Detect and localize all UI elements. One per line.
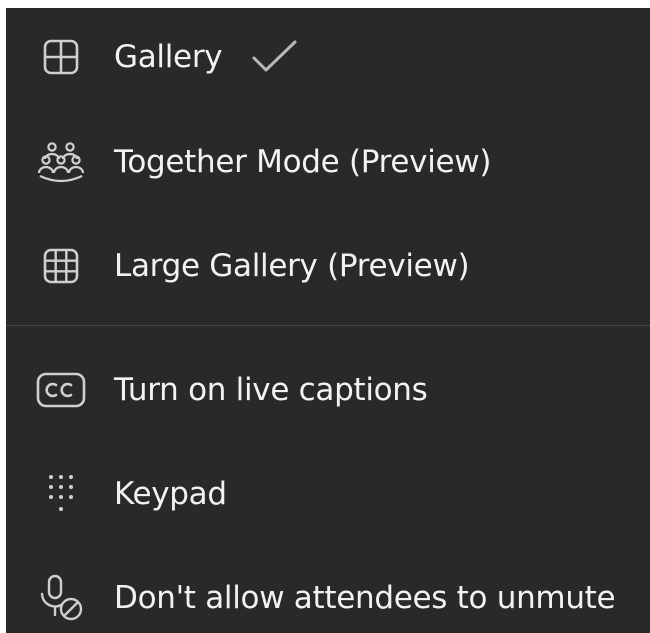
checkmark-icon	[248, 37, 302, 77]
menu-divider	[6, 325, 650, 326]
captions-cc-icon	[36, 365, 86, 415]
menu-item-live-captions[interactable]: Turn on live captions	[6, 358, 650, 422]
together-mode-icon	[36, 137, 86, 187]
large-gallery-icon	[36, 241, 86, 291]
menu-item-label: Together Mode (Preview)	[114, 144, 492, 180]
menu-item-keypad[interactable]: Keypad	[6, 462, 650, 526]
view-options-menu: Gallery Together Mode (Preview) Large Ga…	[6, 8, 650, 633]
menu-item-label: Keypad	[114, 476, 227, 512]
menu-item-label: Gallery	[114, 39, 223, 75]
mic-blocked-icon	[36, 573, 86, 623]
gallery-grid-icon	[36, 32, 86, 82]
menu-item-label: Turn on live captions	[114, 372, 428, 408]
menu-item-large-gallery[interactable]: Large Gallery (Preview)	[6, 234, 650, 298]
keypad-icon	[36, 469, 86, 519]
menu-item-together-mode[interactable]: Together Mode (Preview)	[6, 130, 650, 194]
menu-item-disallow-unmute[interactable]: Don't allow attendees to unmute	[6, 566, 650, 630]
menu-item-gallery[interactable]: Gallery	[6, 25, 650, 89]
menu-item-label: Don't allow attendees to unmute	[114, 580, 616, 616]
menu-item-label: Large Gallery (Preview)	[114, 248, 470, 284]
